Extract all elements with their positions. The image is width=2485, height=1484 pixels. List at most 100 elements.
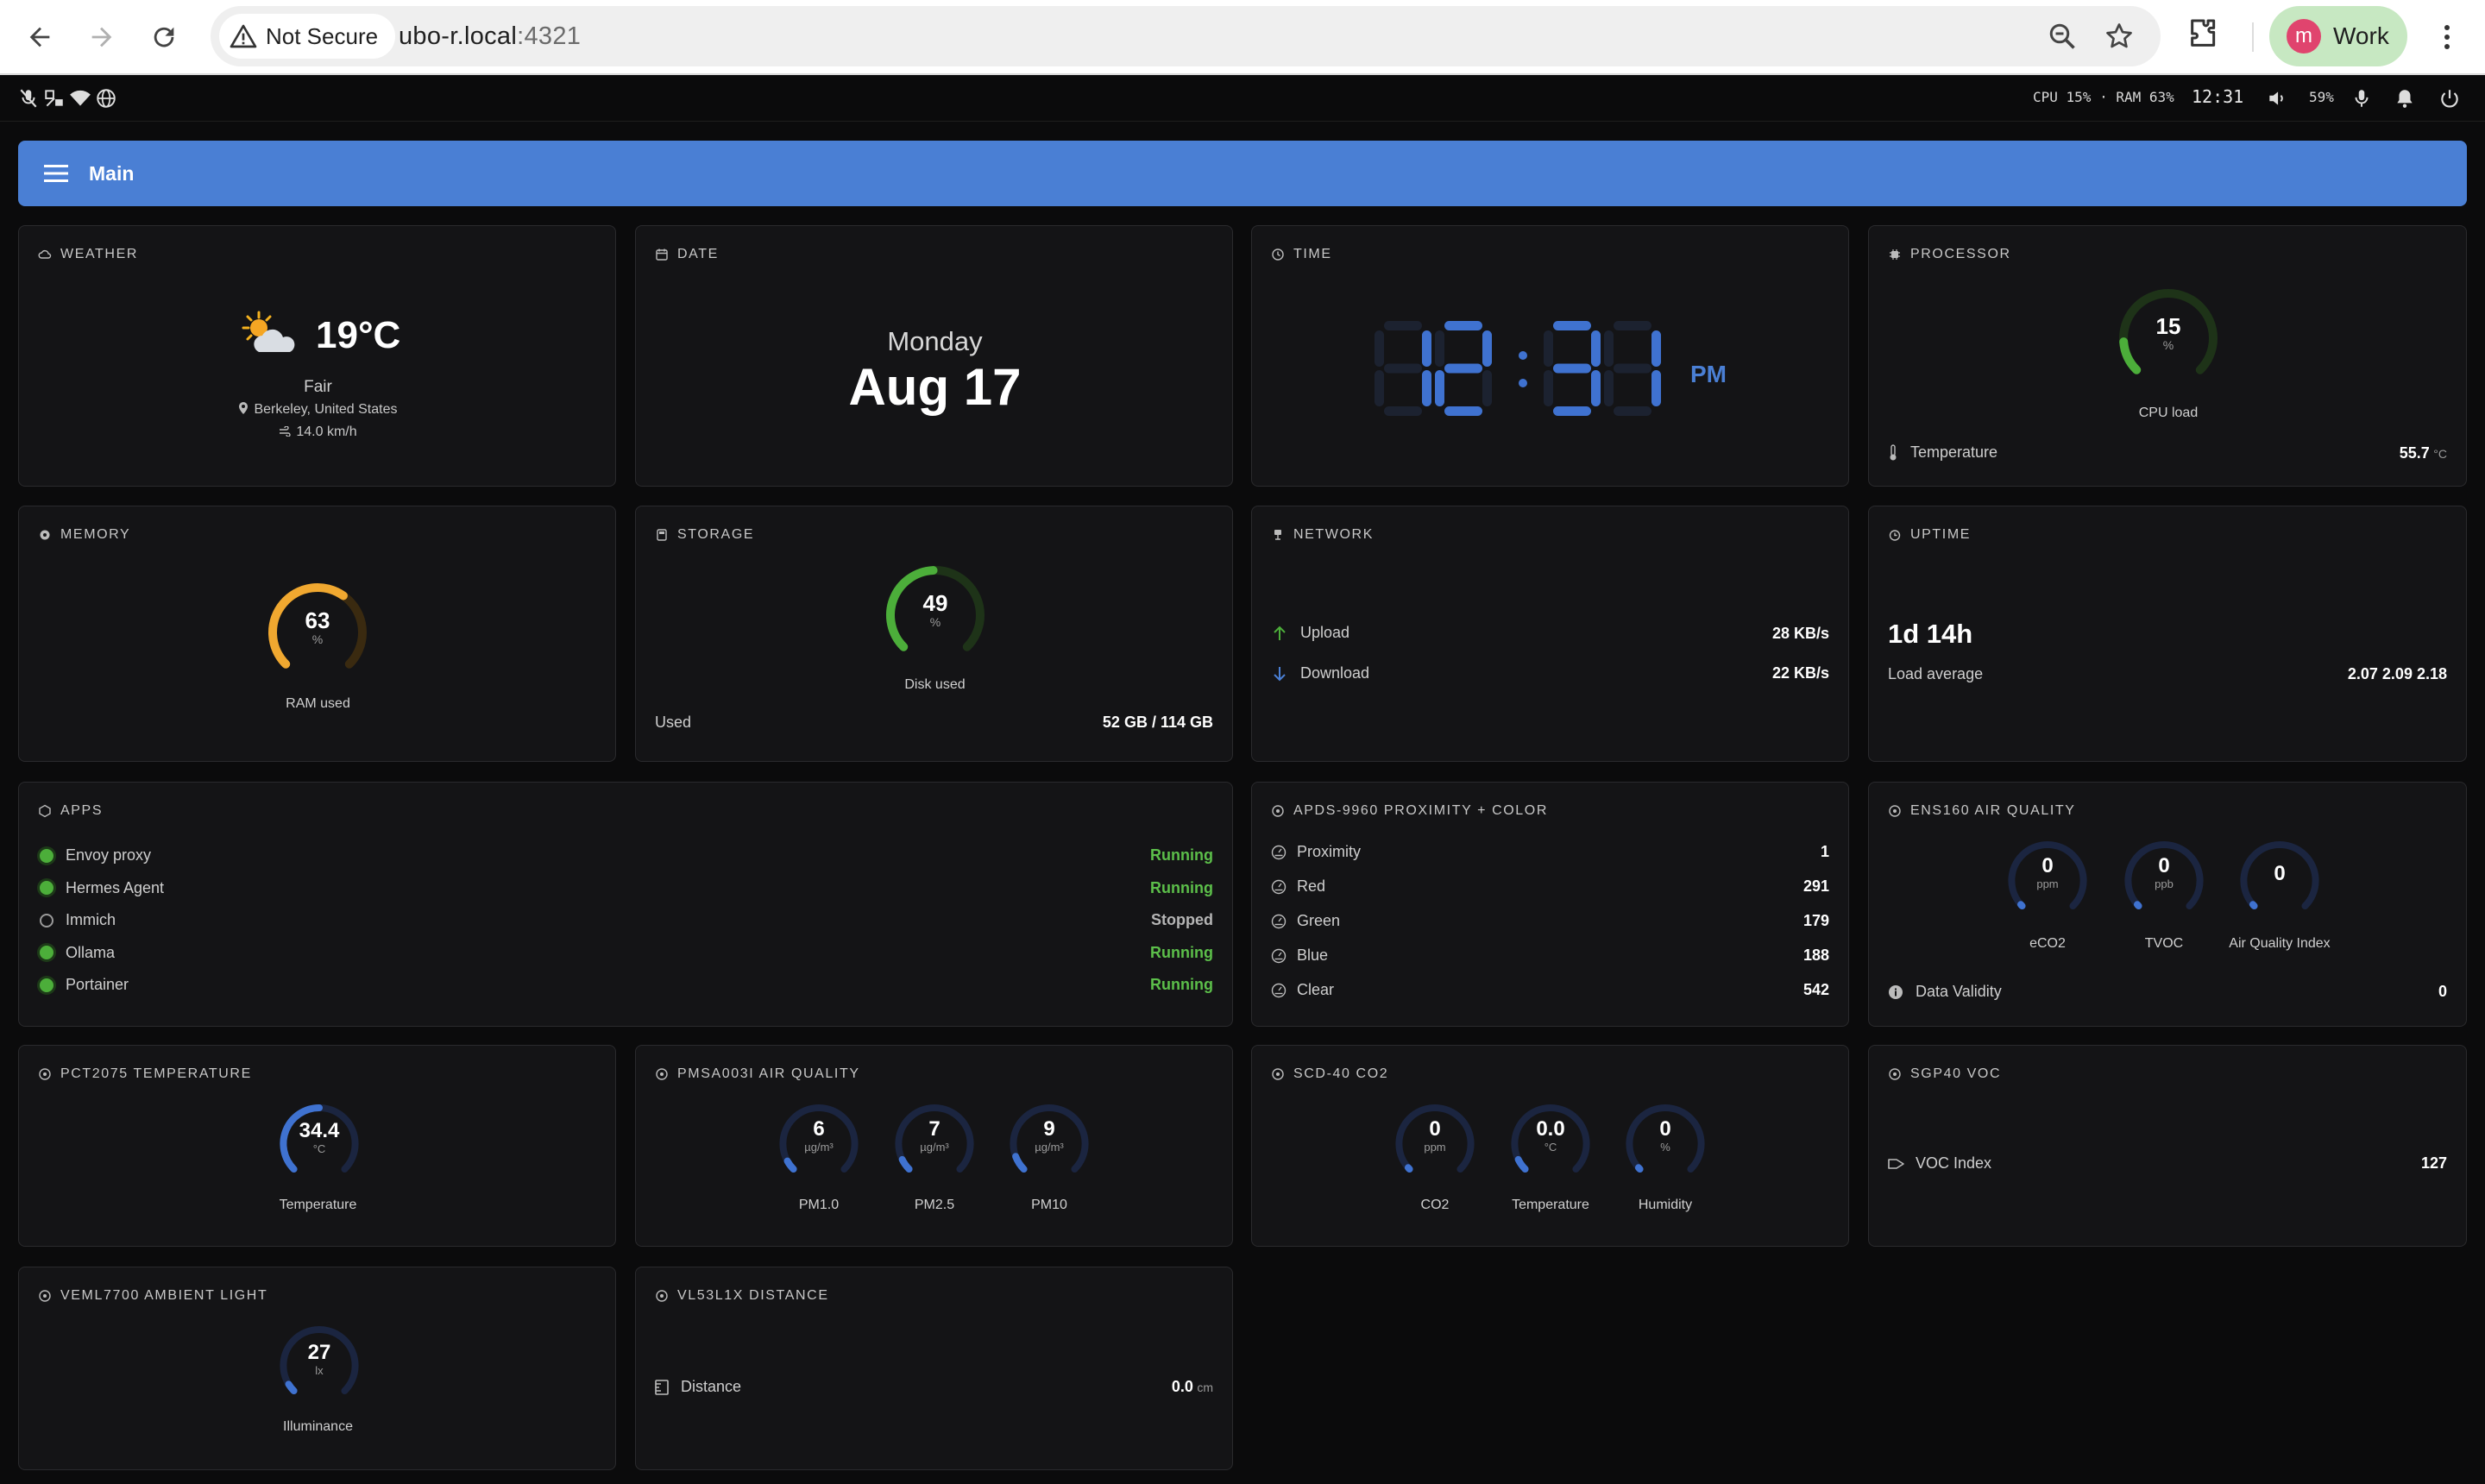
app-viewport: CPU 15% · RAM 63% 12:31 59% Main WEATHER [0, 75, 2485, 1484]
data-validity-label: Data Validity [1916, 983, 2002, 1000]
menu-icon[interactable] [42, 160, 70, 187]
gauge-unit: µg/m³ [804, 1141, 834, 1154]
cellular-off-icon[interactable] [43, 87, 66, 110]
status-dot-icon [40, 946, 53, 959]
card-title: MEMORY [60, 527, 131, 542]
bell-icon[interactable] [2394, 87, 2416, 110]
clock-segment [1614, 406, 1651, 416]
reload-button[interactable] [143, 16, 185, 58]
clock-segment [1614, 321, 1651, 330]
card-title: STORAGE [677, 527, 755, 542]
security-label: Not Secure [266, 22, 379, 49]
gauge-dial-icon [1271, 983, 1287, 997]
clock-segment [1384, 321, 1422, 330]
back-button[interactable] [19, 16, 60, 58]
voc-index-value: 127 [2420, 1154, 2447, 1172]
sensor-gauge: 7 µg/m³ [890, 1099, 979, 1185]
seven-segment-clock [1375, 321, 1661, 416]
weather-card: WEATHER 19°C Fair Berkeley, United State… [18, 225, 616, 487]
clock-segment [1482, 330, 1492, 367]
date-day: Aug 17 [848, 358, 1022, 416]
profile-button[interactable]: m Work [2269, 6, 2407, 66]
gauge-caption: PM10 [1031, 1198, 1067, 1212]
sensor-reading-row: Blue [1271, 946, 1328, 965]
back-arrow-icon [29, 27, 50, 47]
mic-off-icon[interactable] [17, 87, 40, 110]
pct2075-unit: °C [312, 1142, 326, 1155]
browser-menu-button[interactable] [2432, 16, 2463, 58]
cpu-value: 15 [2155, 313, 2181, 339]
extensions-puzzle-icon[interactable] [2186, 16, 2228, 58]
power-icon[interactable] [2438, 87, 2461, 110]
clock-segment [1553, 321, 1591, 330]
app-row[interactable]: Immich [40, 911, 116, 929]
gauge-fill [2133, 901, 2142, 910]
info-icon [1889, 984, 1903, 999]
card-title: NETWORK [1293, 527, 1374, 542]
app-row[interactable]: Envoy proxy [40, 846, 151, 865]
app-name: Portainer [66, 976, 129, 993]
forward-button[interactable] [81, 16, 123, 58]
clock-segment [1651, 370, 1661, 406]
sensor-icon [1272, 805, 1284, 817]
gauge-dial-icon [1271, 948, 1287, 963]
globe-icon[interactable] [95, 87, 117, 110]
card-title: PROCESSOR [1910, 247, 2011, 261]
gauge-fill [285, 1380, 298, 1395]
address-bar[interactable]: Not Secure ubo-r.local:4321 [211, 6, 2161, 66]
bookmark-star-icon[interactable] [2104, 21, 2135, 52]
app-row[interactable]: Ollama [40, 944, 115, 962]
sgp40-header: SGP40 VOC [1888, 1066, 2001, 1082]
microphone-icon[interactable] [2350, 87, 2373, 110]
clock-segment [1422, 330, 1431, 367]
sensor-icon [1889, 1068, 1901, 1080]
sensor-gauge: 9 µg/m³ [1004, 1099, 1094, 1185]
app-row[interactable]: Hermes Agent [40, 879, 164, 897]
gauge-unit: °C [1544, 1141, 1557, 1154]
gauge-fill [783, 1157, 797, 1173]
reading-label: Green [1297, 912, 1341, 929]
clock-segment [1435, 370, 1444, 406]
upload-label: Upload [1300, 624, 1350, 641]
security-chip[interactable]: Not Secure [219, 14, 396, 59]
ram-caption: RAM used [286, 696, 350, 711]
app-row[interactable]: Portainer [40, 976, 129, 994]
reading-label: Clear [1297, 981, 1335, 998]
download-arrow-icon [1274, 666, 1286, 681]
status-clock: 12:31 [2192, 86, 2244, 107]
download-value: 22 KB/s [1771, 664, 1829, 682]
distance-unit: cm [1197, 1380, 1213, 1394]
app-status: Running [1150, 878, 1213, 896]
url-text[interactable]: ubo-r.local:4321 [399, 22, 581, 51]
wifi-icon[interactable] [69, 87, 91, 110]
tag-icon [1888, 1158, 1904, 1169]
clock-segment [1553, 363, 1591, 374]
timer-icon [1889, 530, 1901, 541]
pct2075-header: PCT2075 TEMPERATURE [38, 1066, 252, 1082]
date-header: DATE [655, 247, 719, 262]
gauge-fill [1404, 1164, 1413, 1173]
sensor-gauge: 0 [2235, 836, 2325, 922]
gauge-dial-icon [1271, 845, 1287, 859]
illuminance-value: 27 [307, 1341, 331, 1364]
zoom-icon[interactable] [2047, 21, 2078, 52]
sensor-icon [1889, 805, 1901, 817]
volume-icon[interactable] [2266, 87, 2288, 110]
cpu-temperature-unit: °C [2433, 447, 2447, 461]
location-pin-icon [239, 402, 248, 414]
gauge-fill [1514, 1155, 1529, 1173]
sensor-reading-row: Clear [1271, 981, 1334, 999]
distance-value: 0.0 cm [1172, 1378, 1213, 1396]
ens160-card: ENS160 AIR QUALITY 0 ppm eCO2 0 ppb TVOC 0 Air … [1868, 782, 2467, 1027]
clock-segment [1444, 406, 1482, 416]
clock-segment [1435, 330, 1444, 367]
thermometer-icon [1890, 443, 1897, 460]
clock-segment [1604, 330, 1614, 367]
sensor-gauge: 0% [1620, 1099, 1710, 1185]
reading-value: 1 [1820, 843, 1829, 860]
gauge-fill [2249, 901, 2258, 910]
calendar-icon [656, 248, 668, 261]
url-host: ubo-r.local [399, 22, 518, 50]
gauge-dial-icon [1271, 914, 1287, 928]
disk-unit: % [929, 615, 941, 629]
